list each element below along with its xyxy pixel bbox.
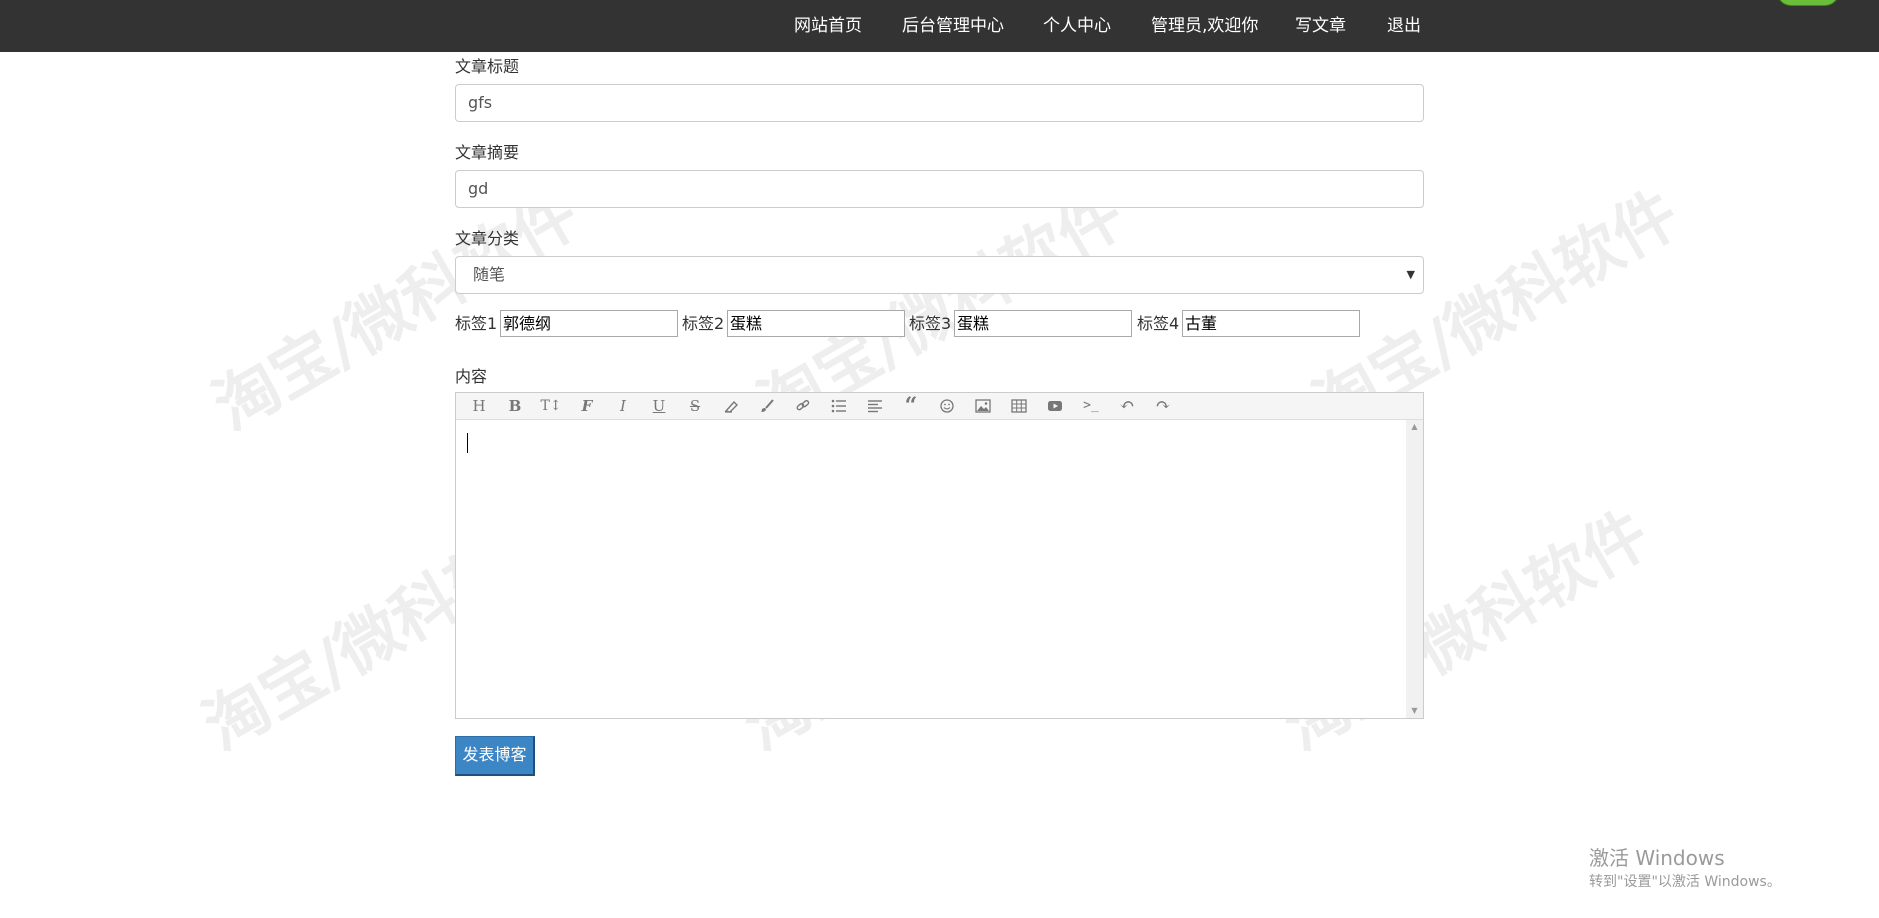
- activation-title: 激活 Windows: [1589, 846, 1725, 870]
- align-left-icon[interactable]: [860, 394, 890, 418]
- editor-scrollbar[interactable]: ▲ ▼: [1406, 420, 1423, 718]
- link-icon[interactable]: [788, 394, 818, 418]
- table-icon[interactable]: [1004, 394, 1034, 418]
- text-height-icon[interactable]: T↕: [536, 394, 566, 418]
- category-label: 文章分类: [455, 229, 520, 248]
- nav-user-center[interactable]: 个人中心: [1043, 0, 1111, 52]
- tag4-input[interactable]: 古董: [1182, 310, 1360, 337]
- tag1-label: 标签1: [455, 314, 498, 333]
- category-selected-value: 随笔: [473, 265, 506, 284]
- title-label: 文章标题: [455, 57, 520, 76]
- scroll-down-icon[interactable]: ▼: [1406, 704, 1423, 718]
- list-icon[interactable]: [824, 394, 854, 418]
- activation-subtitle: 转到"设置"以激活 Windows。: [1589, 874, 1781, 890]
- undo-icon[interactable]: ↶: [1112, 394, 1142, 418]
- tag3-label: 标签3: [909, 314, 952, 333]
- brush-icon[interactable]: [752, 394, 782, 418]
- image-icon[interactable]: [968, 394, 998, 418]
- tag3-input[interactable]: 蛋糕: [954, 310, 1132, 337]
- nav-welcome-admin[interactable]: 管理员,欢迎你: [1151, 0, 1258, 52]
- tag2-input[interactable]: 蛋糕: [727, 310, 905, 337]
- bold-icon[interactable]: B: [500, 394, 530, 418]
- title-input[interactable]: gfs: [455, 84, 1424, 122]
- heading-icon[interactable]: H: [464, 394, 494, 418]
- content-textarea[interactable]: [456, 420, 1405, 718]
- nav-logout[interactable]: 退出: [1387, 0, 1421, 52]
- caret-down-icon: ▼: [1406, 268, 1415, 281]
- strikethrough-icon[interactable]: S: [680, 394, 710, 418]
- eraser-icon[interactable]: [716, 394, 746, 418]
- redo-icon[interactable]: ↷: [1148, 394, 1178, 418]
- top-navbar: 网站首页 后台管理中心 个人中心 管理员,欢迎你 写文章 退出: [0, 0, 1879, 52]
- nav-home[interactable]: 网站首页: [794, 0, 862, 52]
- tag4-label: 标签4: [1137, 314, 1180, 333]
- underline-icon[interactable]: U: [644, 394, 674, 418]
- tag2-label: 标签2: [682, 314, 725, 333]
- content-label: 内容: [455, 367, 488, 386]
- summary-input[interactable]: gd: [455, 170, 1424, 208]
- font-icon[interactable]: F: [572, 394, 602, 418]
- video-icon[interactable]: [1040, 394, 1070, 418]
- publish-blog-button[interactable]: 发表博客: [455, 736, 535, 776]
- content-editor: H B T↕ F I U S “ >_ ↶ ↷ ▲ ▼: [455, 392, 1424, 719]
- tag1-input[interactable]: 郭德纲: [500, 310, 678, 337]
- corner-badge-icon: [1777, 0, 1839, 6]
- summary-label: 文章摘要: [455, 143, 520, 162]
- editor-toolbar: H B T↕ F I U S “ >_ ↶ ↷: [456, 393, 1423, 420]
- scroll-up-icon[interactable]: ▲: [1406, 420, 1423, 434]
- text-cursor: [467, 433, 468, 453]
- quote-icon[interactable]: “: [896, 394, 926, 418]
- italic-icon[interactable]: I: [608, 394, 638, 418]
- category-select[interactable]: 随笔 ▼: [455, 256, 1424, 294]
- emoji-icon[interactable]: [932, 394, 962, 418]
- nav-write-article[interactable]: 写文章: [1295, 0, 1346, 52]
- nav-admin-center[interactable]: 后台管理中心: [902, 0, 1004, 52]
- code-icon[interactable]: >_: [1076, 394, 1106, 418]
- windows-activation-notice: 激活 Windows 转到"设置"以激活 Windows。: [1589, 845, 1781, 893]
